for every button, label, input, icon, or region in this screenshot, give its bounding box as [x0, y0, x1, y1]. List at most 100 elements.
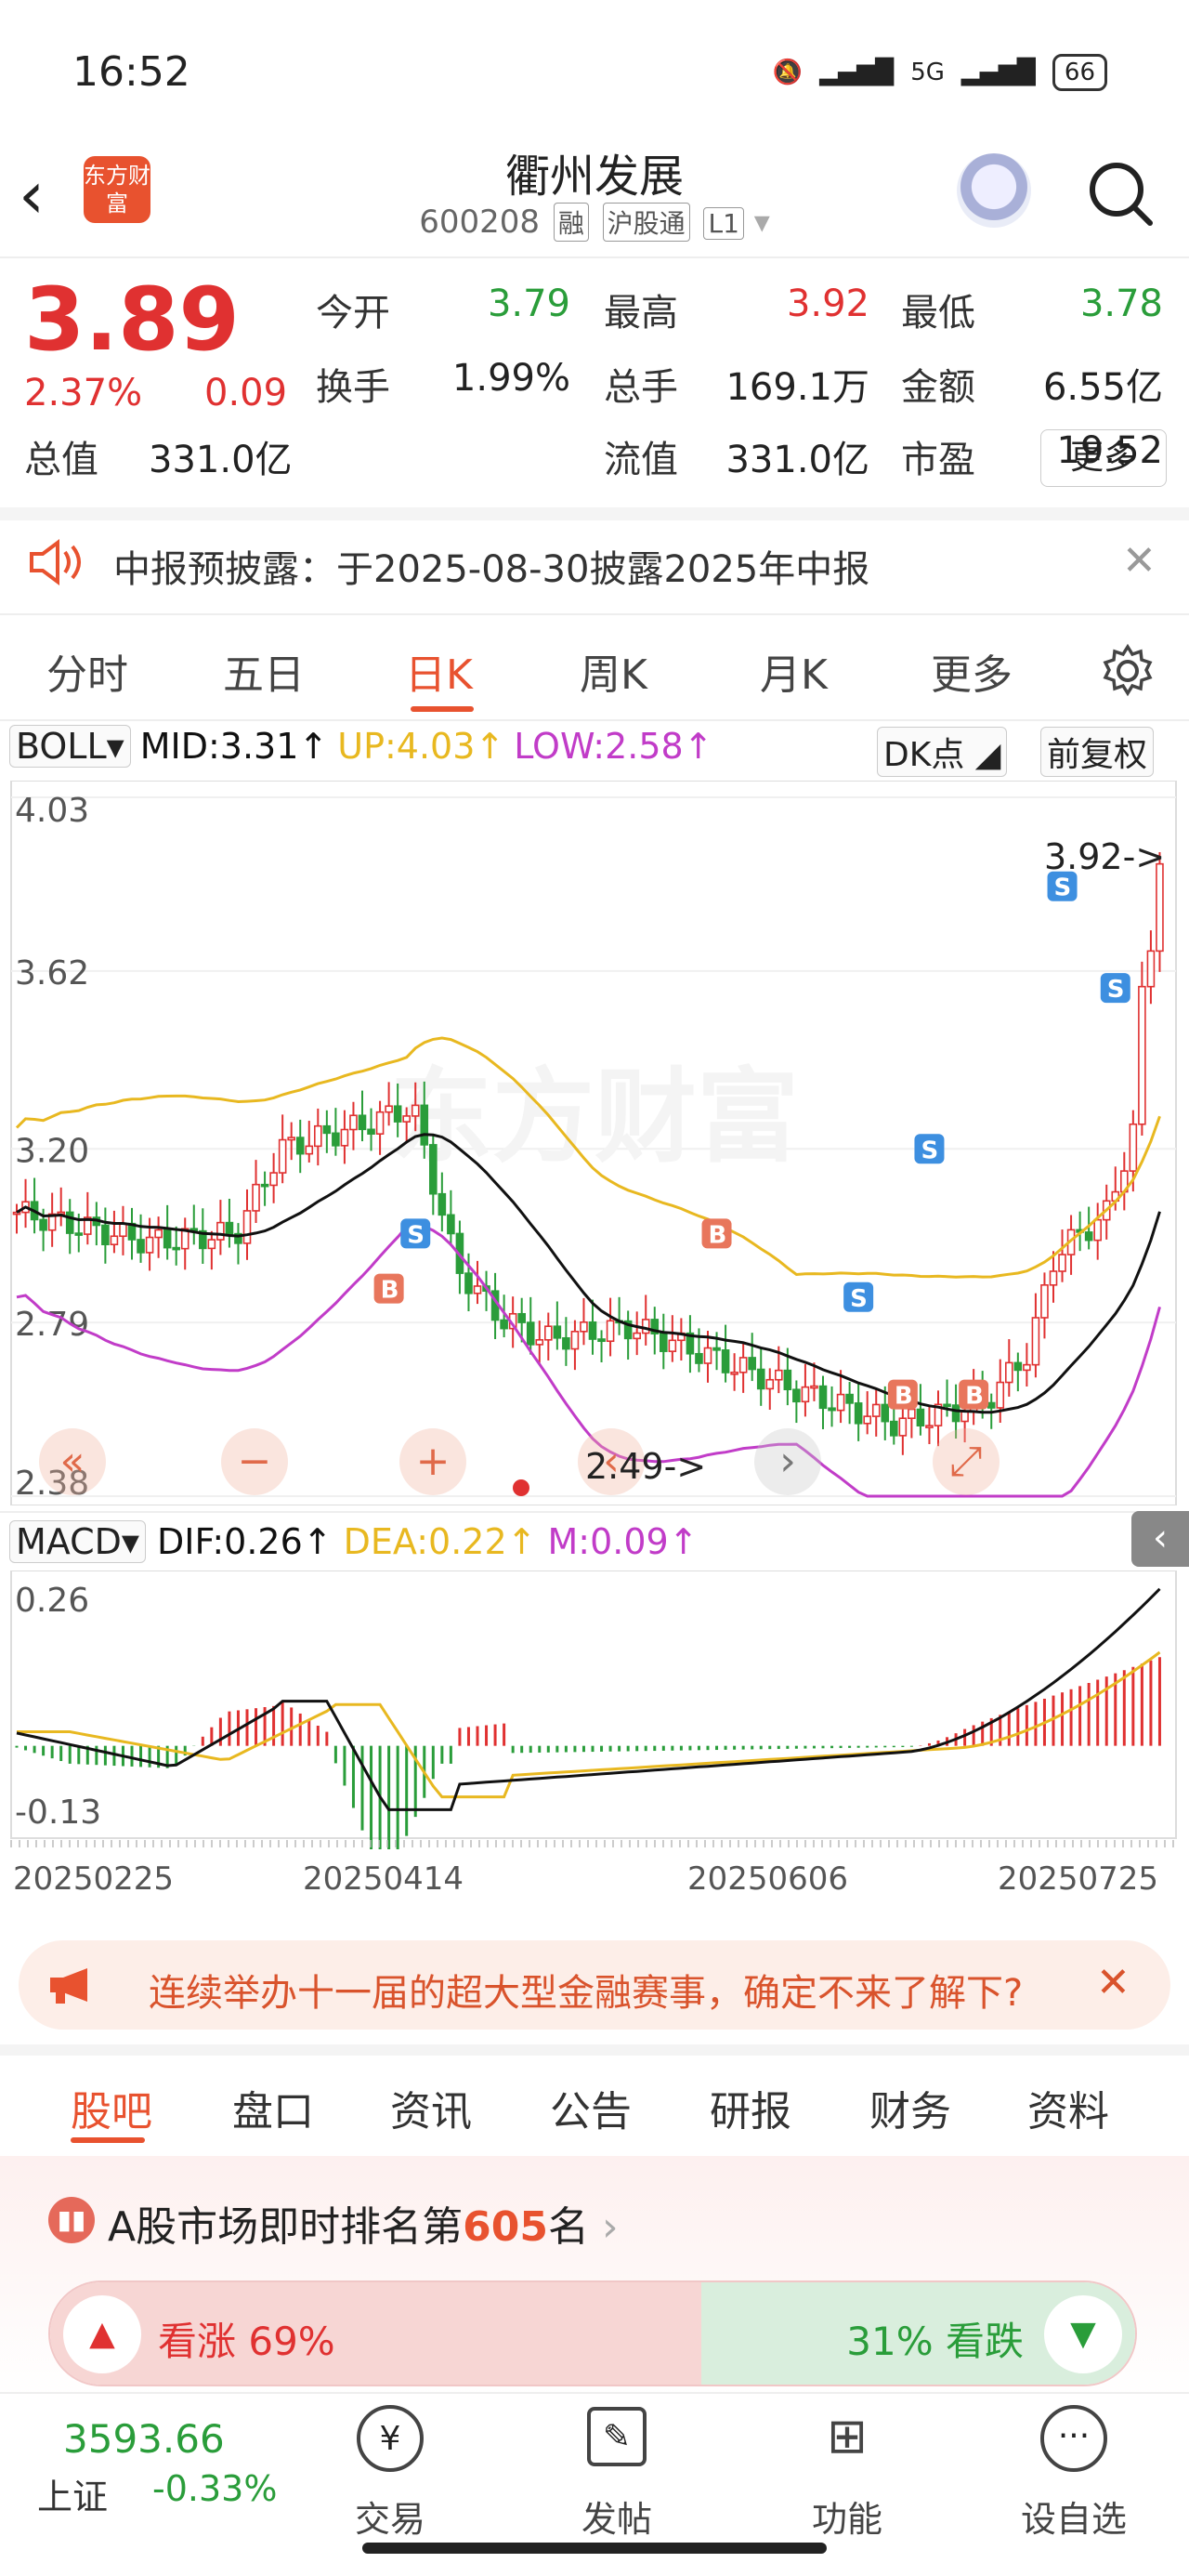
- candle-body: [278, 1138, 287, 1174]
- trade-icon[interactable]: ¥: [357, 2405, 424, 2472]
- close-icon[interactable]: ✕: [1122, 537, 1156, 585]
- price-axis-label: 3.62: [15, 954, 89, 992]
- bottom-tab-0[interactable]: 股吧: [71, 2078, 152, 2137]
- high-annotation: 3.92->: [1044, 836, 1166, 877]
- vote-down-button[interactable]: ▼: [1044, 2295, 1122, 2373]
- collapse-panel-icon[interactable]: ‹: [1131, 1511, 1189, 1567]
- chevron-right-icon: ›: [601, 2203, 619, 2251]
- apps-icon[interactable]: ⊞: [817, 2407, 877, 2466]
- quote-value: 331.0亿: [149, 439, 293, 481]
- candle-body: [986, 1401, 996, 1409]
- close-banner-icon[interactable]: ✕: [1096, 1959, 1130, 2006]
- live-dot: [513, 1479, 529, 1496]
- candle-body: [535, 1339, 544, 1346]
- candle-body: [553, 1325, 562, 1339]
- index-name[interactable]: 上证: [37, 2468, 108, 2519]
- candle-body: [172, 1246, 180, 1251]
- candle-body: [500, 1319, 508, 1330]
- adjust-button[interactable]: 前复权: [1040, 727, 1155, 777]
- bottom-tab-2[interactable]: 资讯: [390, 2078, 472, 2137]
- next-button[interactable]: ›: [754, 1428, 821, 1495]
- zoom-in-button[interactable]: +: [399, 1428, 466, 1495]
- candle-body: [836, 1393, 845, 1412]
- candle-body: [39, 1218, 47, 1231]
- candle-body: [1005, 1361, 1013, 1384]
- settings-gear-icon[interactable]: [1100, 643, 1156, 699]
- candle-body: [695, 1352, 703, 1364]
- zoom-out-button[interactable]: −: [221, 1428, 288, 1495]
- bottom-tab-3[interactable]: 公告: [550, 2078, 632, 2137]
- quote-label: 总值: [24, 439, 98, 481]
- candle-body: [845, 1393, 854, 1404]
- candle-body: [633, 1332, 641, 1340]
- vote-bar[interactable]: ▲ 看涨 69% 31% 看跌 ▼: [48, 2280, 1137, 2386]
- indicator-select[interactable]: BOLL▾: [9, 725, 131, 768]
- divider: [0, 1511, 1189, 1513]
- candle-body: [562, 1336, 570, 1350]
- rank-text[interactable]: A股市场即时排名第605名 ›: [108, 2193, 619, 2253]
- dk-point-button[interactable]: DK点 ◢: [877, 727, 1008, 777]
- dropdown-icon[interactable]: ▾: [754, 204, 770, 241]
- fullscreen-icon[interactable]: ⤢: [933, 1428, 1000, 1495]
- tab-3[interactable]: 周K: [580, 641, 647, 701]
- notice-text[interactable]: 中报预披露：于2025-08-30披露2025年中报: [113, 539, 869, 593]
- macd-select[interactable]: MACD▾: [9, 1520, 146, 1563]
- quote-value: 331.0亿: [725, 439, 869, 481]
- boll-up: UP:4.03↑: [337, 726, 505, 767]
- candle-body: [854, 1402, 863, 1425]
- nav-add-watchlist[interactable]: 设自选: [1000, 2491, 1148, 2542]
- divider: [0, 613, 1189, 615]
- boll-mid: MID:3.31↑: [139, 726, 329, 767]
- candle-body: [597, 1338, 606, 1343]
- candle-body: [703, 1347, 712, 1364]
- candle-body: [1049, 1270, 1058, 1286]
- more-button[interactable]: 更多: [1040, 429, 1167, 487]
- nav-trade[interactable]: 交易: [316, 2491, 464, 2542]
- candle-body: [375, 1111, 385, 1135]
- bottom-tab-5[interactable]: 财务: [869, 2078, 951, 2137]
- trade-marker-label: B: [895, 1383, 913, 1411]
- more-dots-icon[interactable]: ···: [1040, 2405, 1107, 2472]
- trade-marker-label: B: [381, 1277, 399, 1305]
- tab-1[interactable]: 五日: [223, 641, 305, 701]
- candle-body: [411, 1104, 420, 1117]
- search-icon[interactable]: [1085, 158, 1156, 229]
- candle-body: [668, 1339, 677, 1352]
- dif-line: [16, 1587, 1161, 1811]
- index-value[interactable]: 3593.66: [63, 2416, 225, 2462]
- candle-body: [1013, 1361, 1023, 1372]
- assistant-avatar[interactable]: [957, 153, 1031, 228]
- tab-indicator: [411, 706, 474, 712]
- candle-body: [881, 1403, 890, 1423]
- candle-body: [863, 1415, 871, 1425]
- candle-body: [775, 1369, 783, 1381]
- trade-marker-label: B: [709, 1221, 727, 1249]
- candle-body: [828, 1407, 836, 1412]
- compose-icon[interactable]: ✎: [587, 2407, 647, 2466]
- tab-2[interactable]: 日K: [405, 641, 473, 701]
- tab-0[interactable]: 分时: [46, 641, 128, 701]
- nav-post[interactable]: 发帖: [542, 2491, 691, 2542]
- candle-body: [367, 1128, 375, 1135]
- vote-up-button[interactable]: ▲: [63, 2295, 141, 2373]
- network-label: 5G: [910, 59, 945, 86]
- candle-body: [216, 1221, 225, 1241]
- nav-functions[interactable]: 功能: [773, 2491, 921, 2542]
- quote-label: 今开: [316, 292, 390, 335]
- rank-suffix: 名: [547, 2203, 589, 2251]
- candle-body: [119, 1222, 127, 1238]
- tab-5[interactable]: 更多: [931, 641, 1013, 701]
- bottom-tab-6[interactable]: 资料: [1027, 2078, 1109, 2137]
- signal-icon: ▂▄▆█: [819, 59, 895, 86]
- scroll-left-button[interactable]: «: [39, 1428, 106, 1495]
- divider: [0, 256, 1189, 258]
- tab-4[interactable]: 月K: [760, 641, 828, 701]
- candle-body: [473, 1285, 482, 1295]
- candle-body: [748, 1357, 756, 1371]
- candle-body: [1093, 1218, 1102, 1242]
- macd-chart[interactable]: 0.26 -0.13: [0, 1571, 1189, 1849]
- bottom-tab-1[interactable]: 盘口: [232, 2078, 314, 2137]
- kline-chart[interactable]: 4.033.623.202.792.38东方财富BS BSBSBSS: [0, 781, 1189, 1505]
- quote-value: 3.78: [1079, 283, 1163, 325]
- bottom-tab-4[interactable]: 研报: [710, 2078, 791, 2137]
